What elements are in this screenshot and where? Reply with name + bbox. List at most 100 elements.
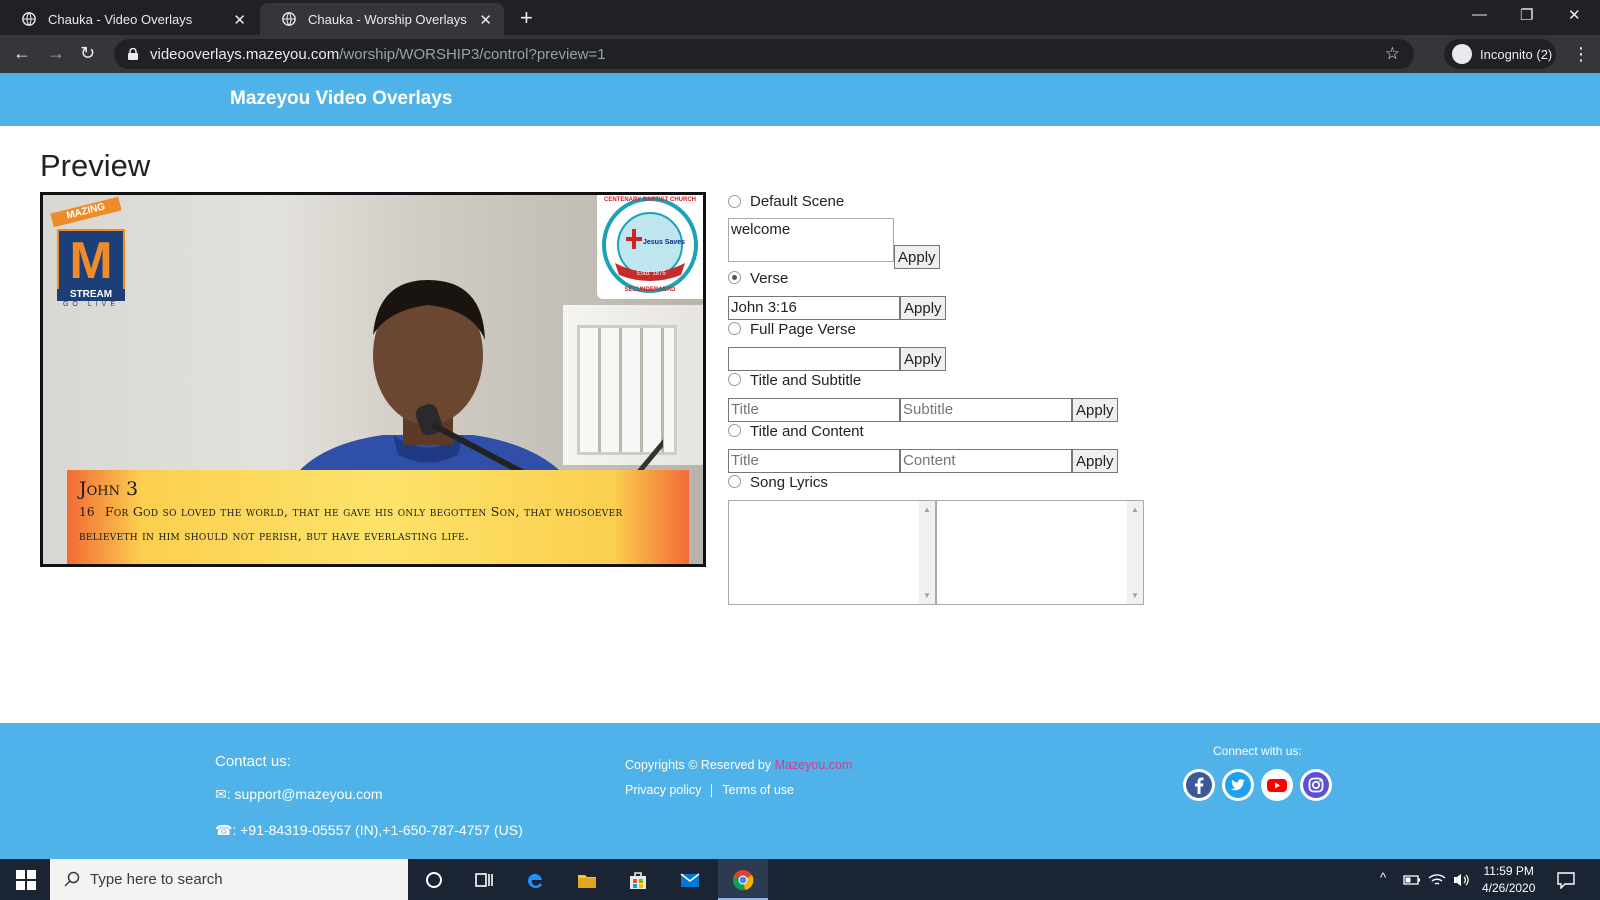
radio-full-page-verse[interactable] [728, 322, 741, 335]
chrome-taskbar-button[interactable] [718, 859, 768, 900]
file-explorer-icon[interactable] [576, 869, 598, 891]
phone-text: : +91-84319-05557 (IN),+1-650-787-4757 (… [232, 822, 523, 838]
url-path: /worship/WORSHIP3/control?preview=1 [339, 45, 606, 63]
mazing-stream-logo: MAZING M STREAM GO LIVE [50, 196, 131, 308]
verse-overlay-banner: John 3 16 For God so loved the world, tha… [67, 470, 689, 564]
notifications-icon[interactable] [1556, 871, 1576, 889]
taskbar-clock[interactable]: 11:59 PM 4/26/2020 [1482, 863, 1535, 897]
default-scene-textarea[interactable]: welcome [728, 218, 894, 262]
radio-title-subtitle[interactable] [728, 373, 741, 386]
incognito-label: Incognito (2) [1480, 46, 1553, 62]
lyrics-textarea-right[interactable]: ▲ ▼ [936, 500, 1144, 605]
link-separator [711, 784, 713, 798]
close-tab-icon[interactable]: ✕ [233, 11, 246, 29]
incognito-icon [1452, 44, 1472, 64]
church-name: CENTENARY BAPTIST CHURCH [603, 197, 696, 203]
task-view-icon[interactable] [473, 869, 495, 891]
logo-letter: M [57, 229, 125, 291]
scroll-down-icon[interactable]: ▼ [923, 591, 931, 600]
verse-reference: John 3 [79, 478, 139, 500]
show-hidden-icons-icon[interactable]: ^ [1380, 870, 1386, 885]
contact-email: ✉: support@mazeyou.com [215, 786, 383, 803]
subtitle-input[interactable]: Subtitle [900, 398, 1072, 422]
title-input[interactable]: Title [728, 398, 900, 422]
windows-start-icon[interactable] [16, 870, 36, 890]
volume-icon[interactable] [1452, 872, 1470, 888]
minimize-icon[interactable]: — [1472, 6, 1487, 23]
youtube-icon[interactable] [1261, 769, 1293, 801]
contact-phone: ☎: +91-84319-05557 (IN),+1-650-787-4757 … [215, 822, 523, 839]
church-seal: Jesus Saves Estd. 1875 CENTENARY BAPTIST… [597, 195, 703, 299]
radio-default-scene[interactable] [728, 195, 741, 208]
forward-icon[interactable]: → [47, 43, 65, 64]
radio-title-content[interactable] [728, 424, 741, 437]
store-icon[interactable] [627, 869, 649, 891]
instagram-icon[interactable] [1300, 769, 1332, 801]
search-icon [64, 871, 80, 887]
battery-icon[interactable] [1403, 873, 1421, 887]
facebook-icon[interactable] [1183, 769, 1215, 801]
lock-icon [128, 48, 138, 60]
bookmark-star-icon[interactable]: ☆ [1385, 44, 1400, 64]
lyrics-textarea-left[interactable]: ▲ ▼ [728, 500, 936, 605]
cortana-icon[interactable] [423, 869, 445, 891]
scroll-down-icon[interactable]: ▼ [1131, 591, 1139, 600]
content-input[interactable]: Content [900, 449, 1072, 473]
browser-toolbar: ← → ↻ videooverlays.mazeyou.com/worship/… [0, 35, 1600, 73]
content-title-input[interactable]: Title [728, 449, 900, 473]
church-estd: Estd. 1875 [637, 271, 666, 277]
phone-icon: ☎ [215, 822, 233, 838]
default-scene-label: Default Scene [750, 193, 845, 210]
scroll-up-icon[interactable]: ▲ [923, 505, 931, 514]
tab-title: Chauka - Video Overlays [48, 11, 193, 27]
restore-icon[interactable]: ❐ [1520, 6, 1533, 24]
address-bar[interactable]: videooverlays.mazeyou.com/worship/WORSHI… [114, 39, 1414, 69]
tab-video-overlays[interactable]: Chauka - Video Overlays ✕ [0, 3, 258, 35]
incognito-badge[interactable]: Incognito (2) [1444, 39, 1556, 69]
privacy-link[interactable]: Privacy policy [625, 783, 701, 797]
mail-icon[interactable] [679, 869, 701, 891]
full-page-verse-label: Full Page Verse [750, 321, 856, 338]
apply-full-page-verse-button[interactable]: Apply [900, 347, 946, 371]
clock-time: 11:59 PM [1483, 864, 1534, 878]
full-page-verse-input[interactable] [728, 347, 900, 371]
apply-title-subtitle-button[interactable]: Apply [1072, 398, 1118, 422]
site-header: Mazeyou Video Overlays [0, 73, 1600, 126]
back-icon[interactable]: ← [13, 43, 31, 64]
twitter-icon[interactable] [1222, 769, 1254, 801]
apply-default-scene-button[interactable]: Apply [894, 245, 940, 269]
globe-icon [22, 12, 36, 26]
edge-icon[interactable] [524, 869, 546, 891]
chrome-icon [732, 870, 754, 891]
email-text[interactable]: : support@mazeyou.com [227, 786, 383, 802]
wifi-icon[interactable] [1428, 872, 1446, 888]
globe-icon [282, 12, 296, 26]
terms-link[interactable]: Terms of use [722, 783, 794, 797]
tab-worship-overlays[interactable]: Chauka - Worship Overlays ✕ [260, 3, 504, 35]
close-tab-icon[interactable]: ✕ [479, 11, 492, 29]
site-brand[interactable]: Mazeyou Video Overlays [230, 88, 452, 110]
radio-song-lyrics[interactable] [728, 475, 741, 488]
scrollbar[interactable]: ▲ ▼ [1127, 501, 1143, 604]
apply-verse-button[interactable]: Apply [900, 296, 946, 320]
verse-input[interactable]: John 3:16 [728, 296, 900, 320]
reload-icon[interactable]: ↻ [80, 43, 95, 64]
copyright-brand-link[interactable]: Mazeyou.com [775, 758, 853, 772]
scroll-up-icon[interactable]: ▲ [1131, 505, 1139, 514]
title-subtitle-label: Title and Subtitle [750, 372, 862, 389]
close-window-icon[interactable]: ✕ [1568, 6, 1581, 24]
church-motto: Jesus Saves [643, 239, 686, 246]
apply-title-content-button[interactable]: Apply [1072, 449, 1118, 473]
copyright: Copyrights © Reserved by Mazeyou.com [625, 758, 852, 772]
new-tab-button[interactable]: + [520, 5, 533, 31]
scrollbar[interactable]: ▲ ▼ [919, 501, 935, 604]
title-content-label: Title and Content [750, 423, 864, 440]
browser-menu-icon[interactable]: ⋮ [1572, 44, 1590, 65]
taskbar-search-box[interactable]: Type here to search [50, 859, 408, 900]
contact-heading: Contact us: [215, 753, 291, 770]
video-preview: MAZING M STREAM GO LIVE Jesus Saves Estd… [40, 192, 706, 567]
search-placeholder: Type here to search [90, 871, 223, 888]
verse-text-block: 16 For God so loved the world, that he ga… [79, 500, 677, 547]
radio-verse[interactable] [728, 271, 741, 284]
url-host: videooverlays.mazeyou.com [150, 45, 340, 63]
